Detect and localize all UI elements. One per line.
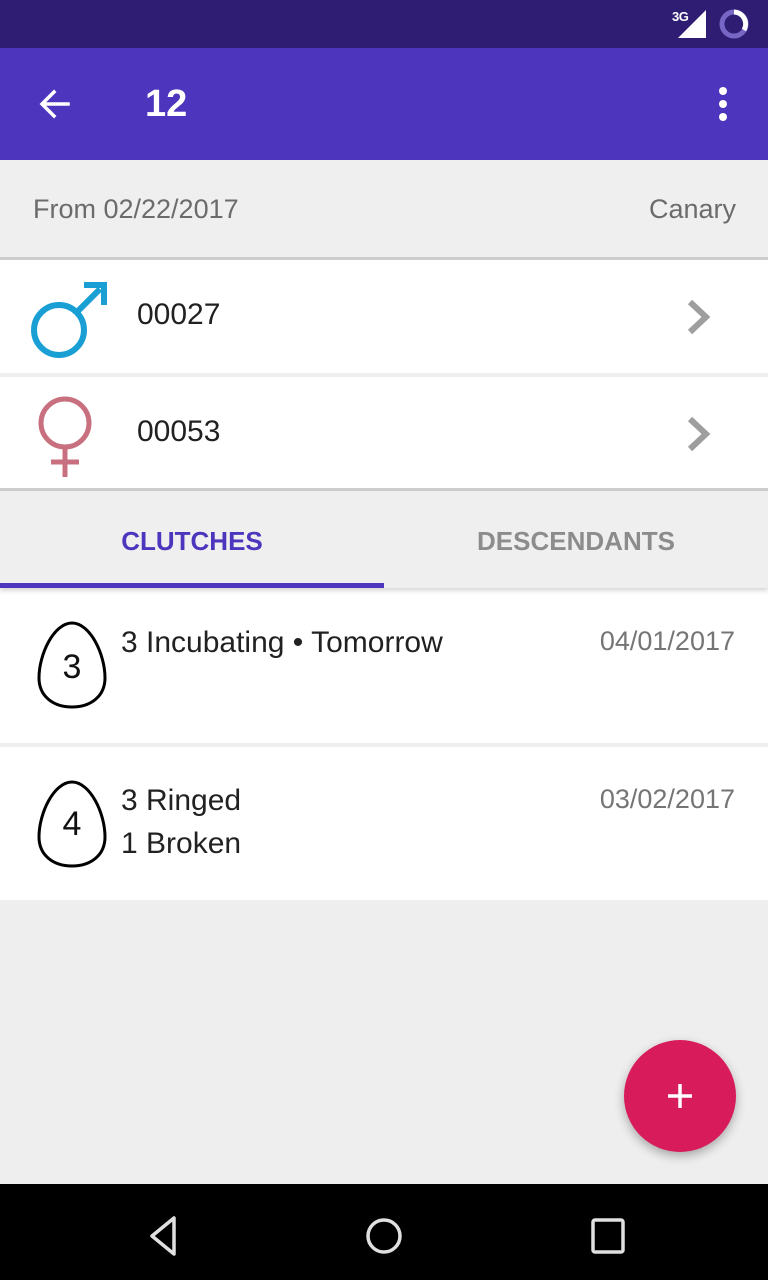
chevron-right-icon <box>687 299 711 335</box>
pair-info-bar: From 02/22/2017 Canary <box>0 160 768 257</box>
parent-row-female[interactable]: 00053 <box>0 377 768 490</box>
tab-indicator <box>0 583 384 588</box>
more-vert-icon[interactable] <box>708 84 738 124</box>
add-clutch-button[interactable] <box>624 1040 736 1152</box>
clutch-status: 1 Broken <box>121 827 242 860</box>
arrow-left-icon[interactable] <box>36 84 76 124</box>
egg-count: 3 <box>62 648 82 686</box>
page-title: 12 <box>145 83 188 125</box>
female-ring-number: 00053 <box>137 415 221 448</box>
tab-bar: CLUTCHES DESCENDANTS <box>0 491 768 588</box>
tab-clutches[interactable]: CLUTCHES <box>0 491 384 588</box>
egg-count: 4 <box>62 805 82 843</box>
status-bar: 3G <box>0 0 768 48</box>
plus-icon <box>668 1084 692 1108</box>
clutch-status: 3 Incubating • Tomorrow <box>121 626 443 659</box>
clutch-status: 3 Ringed <box>121 784 242 817</box>
home-icon[interactable] <box>360 1212 408 1260</box>
recents-icon[interactable] <box>584 1212 632 1260</box>
parent-row-male[interactable]: 00027 <box>0 260 768 373</box>
app-bar: 12 <box>0 48 768 160</box>
male-icon <box>31 282 107 358</box>
male-ring-number: 00027 <box>137 298 221 331</box>
tab-descendants[interactable]: DESCENDANTS <box>384 491 768 588</box>
back-icon[interactable] <box>138 1212 186 1260</box>
clutch-list-item[interactable]: 4 3 Ringed 1 Broken 03/02/2017 <box>0 747 768 900</box>
signal-icon <box>678 10 706 38</box>
clutch-date: 04/01/2017 <box>599 626 735 656</box>
start-date: From 02/22/2017 <box>33 194 239 224</box>
species-label: Canary <box>648 194 736 224</box>
clutch-list-item[interactable]: 3 3 Incubating • Tomorrow 04/01/2017 <box>0 588 768 743</box>
chevron-right-icon <box>687 416 711 452</box>
battery-icon <box>719 9 749 39</box>
female-icon <box>38 396 92 477</box>
system-nav-bar <box>0 1184 768 1280</box>
clutch-date: 03/02/2017 <box>599 784 735 814</box>
